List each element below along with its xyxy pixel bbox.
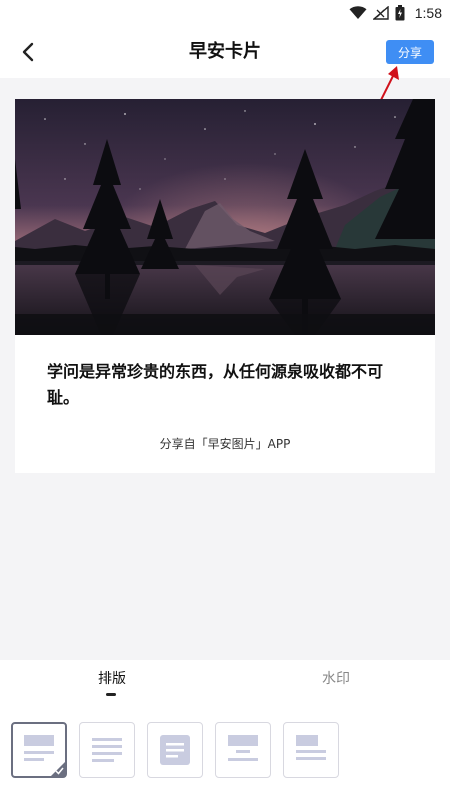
layout-option-text-box[interactable] xyxy=(147,722,203,778)
status-bar: 1:58 xyxy=(0,0,450,26)
page-title: 早安卡片 xyxy=(189,41,261,62)
app-bar: 早安卡片 分享 xyxy=(0,26,450,78)
share-button[interactable]: 分享 xyxy=(386,40,434,64)
status-time: 1:58 xyxy=(414,5,442,21)
card-photo xyxy=(15,99,435,335)
layout-option-text-lines[interactable] xyxy=(79,722,135,778)
layout-option-image-left[interactable] xyxy=(283,722,339,778)
tab-watermark[interactable]: 水印 xyxy=(296,668,376,698)
morning-card: 学问是异常珍贵的东西，从任何源泉吸收都不可耻。 分享自「早安图片」APP xyxy=(15,99,435,473)
share-source-text: 分享自「早安图片」APP xyxy=(159,437,291,451)
tab-watermark-label: 水印 xyxy=(322,671,350,687)
layout-image-top-icon xyxy=(24,735,65,776)
chevron-left-icon xyxy=(22,42,34,62)
back-button[interactable] xyxy=(12,36,44,68)
battery-icon xyxy=(395,5,405,21)
layout-option-image-top[interactable] xyxy=(11,722,67,778)
layout-text-lines-icon xyxy=(92,738,122,762)
layout-image-center-icon xyxy=(228,735,258,761)
tab-layout-label: 排版 xyxy=(98,671,126,687)
tab-layout[interactable]: 排版 xyxy=(72,668,152,698)
wifi-icon xyxy=(349,6,367,19)
tab-active-indicator xyxy=(106,693,116,696)
layout-text-box-icon xyxy=(160,735,190,765)
signal-icon xyxy=(372,6,389,20)
layout-option-image-center[interactable] xyxy=(215,722,271,778)
quote-text: 学问是异常珍贵的东西，从任何源泉吸收都不可耻。 xyxy=(47,362,384,407)
layout-image-left-icon xyxy=(296,735,326,760)
